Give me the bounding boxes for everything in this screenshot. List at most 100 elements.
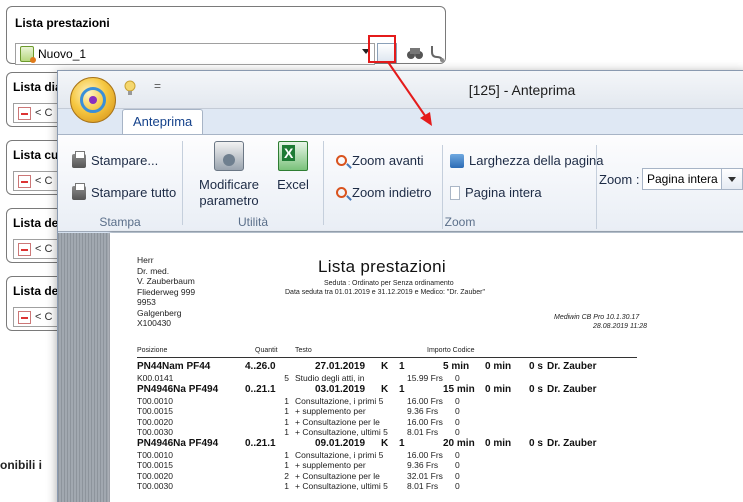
table-row: T00.0010 1 Consultazione, i primi 5 16.0… <box>137 450 697 461</box>
title-bar: = [125] - Anteprima <box>58 71 743 109</box>
cell-date: 27.01.2019 <box>315 361 366 372</box>
recipient-address: Herr Dr. med. V. Zauberbaum Fliederweg 9… <box>137 255 196 328</box>
excel-button[interactable]: Excel <box>271 141 315 193</box>
cell-text: + Consultazione per le <box>295 416 380 427</box>
modify-label-1: Modificare <box>199 177 259 192</box>
application-orb-icon[interactable] <box>70 77 116 123</box>
cell-text: Studio degli atti, in <box>295 373 365 383</box>
cell-qty: 1 <box>284 460 289 470</box>
group-stampa: Stampare... Stampare tutto Stampa <box>58 139 182 231</box>
cell-imp: 8.01 Frs <box>407 427 439 437</box>
cell-qty: 1 <box>284 395 289 406</box>
cell-min2: 0 min <box>485 383 512 395</box>
excel-label: Excel <box>277 177 309 192</box>
remove-icon <box>18 106 31 120</box>
cell-k: K <box>381 437 389 449</box>
cell-qty: 1 <box>284 427 289 437</box>
cell-pos: T00.0010 <box>137 395 173 406</box>
new-document-icon <box>20 46 36 63</box>
group-utilita: Modificare parametro Excel Utilità <box>183 139 323 231</box>
table-row: T00.0010 1 Consultazione, i primi 5 16.0… <box>137 396 697 407</box>
cell-qty: 1 <box>284 416 289 427</box>
print-button[interactable]: Stampare... <box>72 150 158 168</box>
cell-text: Consultazione, i primi 5 <box>295 449 384 460</box>
full-page-label: Pagina intera <box>465 185 542 200</box>
nuovo-combo[interactable]: Nuovo_1 <box>15 43 375 65</box>
combo-text: < C <box>35 311 53 323</box>
print-all-button[interactable]: Stampare tutto <box>72 182 177 200</box>
report-date-range: Data seduta tra 01.01.2019 e 31.12.2019 … <box>285 289 485 296</box>
page-width-button[interactable]: Larghezza della pagina <box>450 153 603 168</box>
stethoscope-icon[interactable] <box>427 43 447 63</box>
cell-text: + supplemento per <box>295 406 366 416</box>
cell-min2: 0 min <box>485 361 512 372</box>
ribbon-tab-row: Anteprima <box>58 109 743 135</box>
zoom-in-icon <box>336 155 347 166</box>
cell-text: + Consultazione, ultimi 5 <box>295 427 388 437</box>
cell-code: 0 <box>455 416 460 427</box>
zoom-divider <box>596 145 597 229</box>
cell-min: 15 min <box>443 383 475 395</box>
cell-pos: T00.0010 <box>137 449 173 460</box>
report-page: Herr Dr. med. V. Zauberbaum Fliederweg 9… <box>110 233 743 502</box>
cell-n: 1 <box>399 383 405 395</box>
modify-label-2: parametro <box>199 193 259 208</box>
cell-pos: PN44Nam PF44 <box>137 361 211 372</box>
zoom-out-button[interactable]: Zoom indietro <box>336 185 431 200</box>
cell-text: + supplemento per <box>295 460 366 470</box>
cell-imp: 15.99 Frs <box>407 373 443 383</box>
print-timestamp: 28.08.2019 11:28 <box>593 323 647 330</box>
side-panel-title: Lista de <box>13 216 59 230</box>
cell-qty: 4..26.0 <box>245 361 276 372</box>
cell-doctor: Dr. Zauber <box>547 383 597 395</box>
left-margin <box>58 233 108 502</box>
tab-anteprima[interactable]: Anteprima <box>122 109 204 135</box>
printer-icon <box>72 150 86 168</box>
bottom-label: onibili i <box>0 458 42 472</box>
header-pos: Posizione <box>137 347 168 354</box>
cell-min: 20 min <box>443 437 475 449</box>
header-qty: Quantit <box>255 347 278 354</box>
cell-pos: T00.0030 <box>137 481 173 491</box>
combo-text: < C <box>35 243 53 255</box>
binoculars-icon[interactable] <box>405 43 425 63</box>
cell-imp: 8.01 Frs <box>407 481 439 491</box>
table-row: T00.0015 1 + supplemento per 9.36 Frs 0 <box>137 460 697 471</box>
zoom-dropdown-button[interactable] <box>721 168 743 190</box>
session-row: PN44Nam PF44 4..26.0 27.01.2019 K 1 5 mi… <box>137 361 697 373</box>
zoom-in-button[interactable]: Zoom avanti <box>336 153 424 168</box>
cell-text: + Consultazione per le <box>295 470 380 481</box>
cell-code: 0 <box>455 406 460 416</box>
full-page-button[interactable]: Pagina intera <box>450 185 542 200</box>
cell-text: Consultazione, i primi 5 <box>295 395 384 406</box>
cell-k: K <box>381 361 389 372</box>
cell-date: 03.01.2019 <box>315 383 366 395</box>
preview-canvas[interactable]: Herr Dr. med. V. Zauberbaum Fliederweg 9… <box>58 233 743 502</box>
print-all-label: Stampare tutto <box>91 185 177 200</box>
page-width-label: Larghezza della pagina <box>469 153 604 168</box>
session-row: PN4946Na PF494 0..21.1 09.01.2019 K 1 20… <box>137 438 697 450</box>
report-subtitle: Seduta : Ordinato per Senza ordinamento <box>324 280 454 287</box>
parameter-icon <box>214 141 244 171</box>
side-panel-title: Lista de <box>13 284 59 298</box>
panel-title: Lista prestazioni <box>15 16 110 30</box>
cell-min: 5 min <box>443 361 470 372</box>
modify-parameter-button[interactable]: Modificare parametro <box>199 141 259 209</box>
cell-pos: PN4946Na PF494 <box>137 437 219 449</box>
cell-code: 0 <box>455 427 460 437</box>
cell-code: 0 <box>455 481 460 491</box>
table-row: T00.0015 1 + supplemento per 9.36 Frs 0 <box>137 406 697 417</box>
group-label: Stampa <box>99 215 141 229</box>
page-icon <box>450 185 460 200</box>
printer-icon <box>72 182 86 200</box>
page-width-icon <box>450 153 464 168</box>
cell-doctor: Dr. Zauber <box>547 437 597 449</box>
report-rows: PN44Nam PF44 4..26.0 27.01.2019 K 1 5 mi… <box>137 361 697 492</box>
session-row: PN4946Na PF494 0..21.1 03.01.2019 K 1 15… <box>137 384 697 396</box>
cell-qty: 1 <box>284 481 289 491</box>
group-label: Zoom <box>444 215 476 229</box>
report-title: Lista prestazioni <box>318 257 446 276</box>
lista-prestazioni-panel: Lista prestazioni Nuovo_1 <box>6 6 447 65</box>
zoom-label: Zoom : <box>599 172 640 187</box>
remove-icon <box>18 310 31 324</box>
